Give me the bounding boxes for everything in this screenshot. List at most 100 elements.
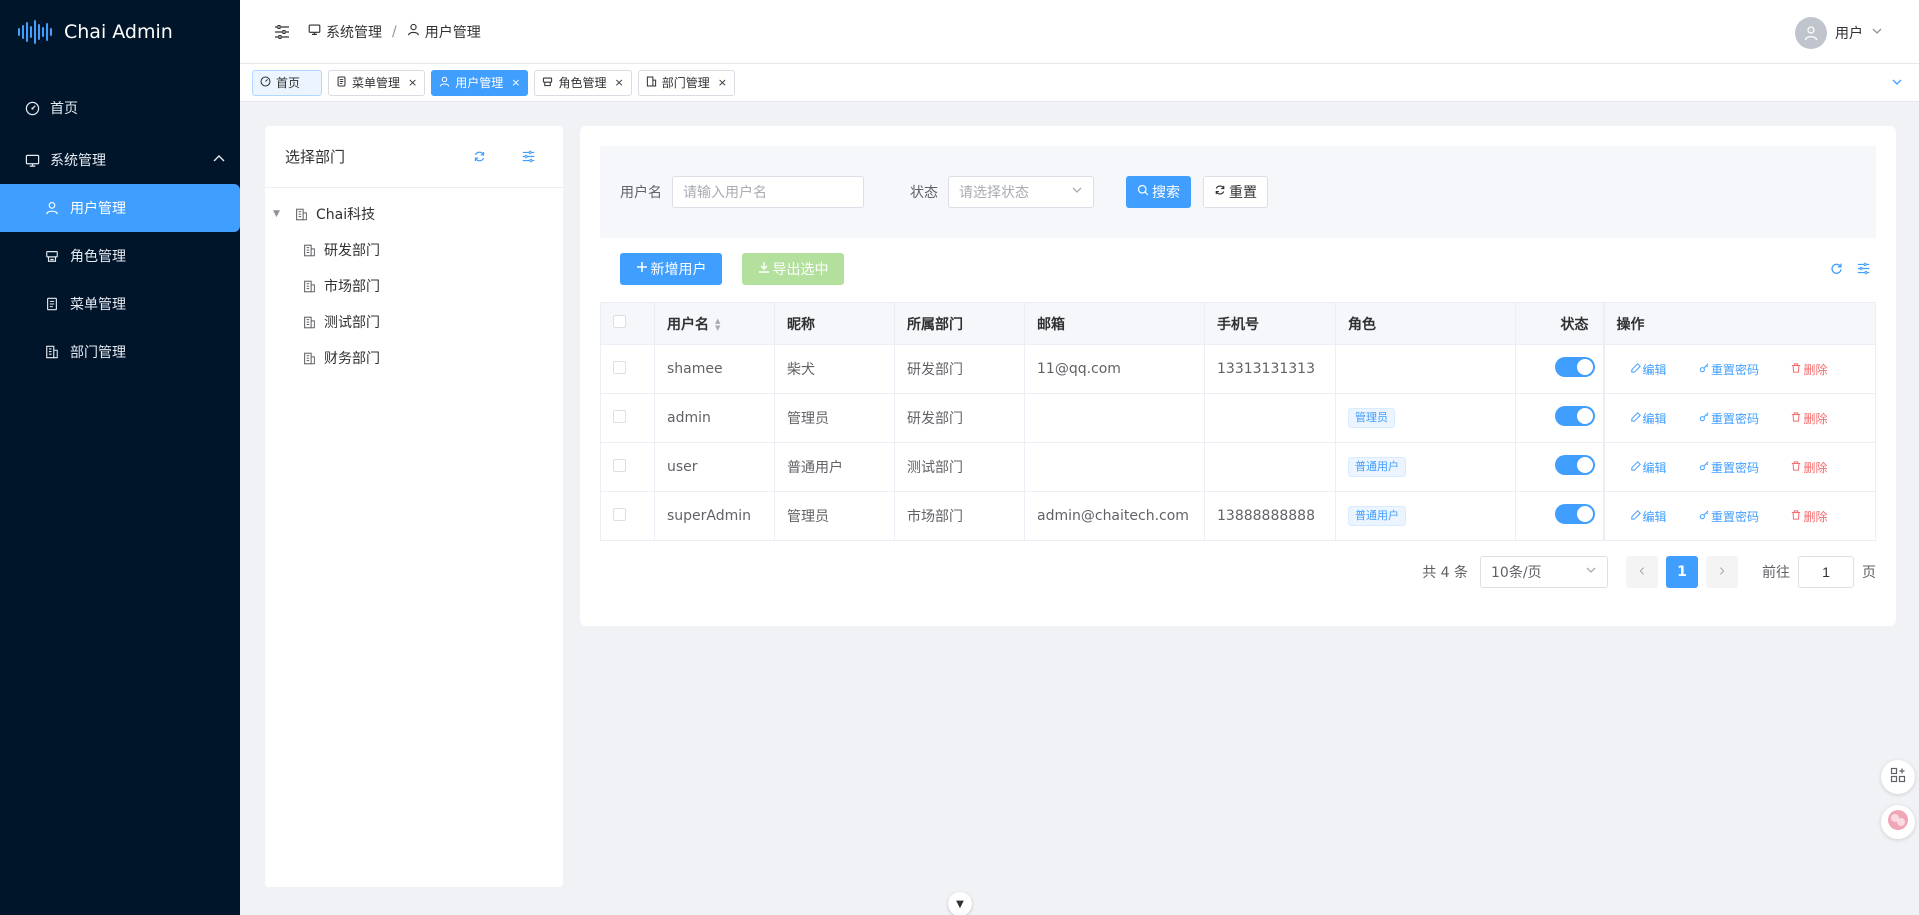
- cell-status: [1515, 393, 1604, 443]
- page-size-select[interactable]: 10条/页: [1480, 556, 1608, 588]
- collapse-sidebar-icon[interactable]: [274, 24, 290, 40]
- plus-icon: [636, 261, 648, 277]
- tab-roles[interactable]: 角色管理 ×: [534, 69, 632, 96]
- reset-password-label: 重置密码: [1710, 362, 1759, 377]
- reset-button[interactable]: 重置: [1203, 176, 1268, 208]
- tree-node-root[interactable]: ▼ Chai科技: [265, 196, 563, 232]
- tab-menus[interactable]: 菜单管理 ×: [328, 69, 426, 96]
- row-checkbox[interactable]: [613, 458, 626, 472]
- column-header: 角色: [1335, 302, 1516, 345]
- sidebar-item-menus[interactable]: 菜单管理: [0, 280, 240, 328]
- reset-password-button[interactable]: 重置密码: [1699, 459, 1759, 476]
- sidebar-item-system[interactable]: 系统管理: [0, 136, 240, 184]
- user-icon: [44, 200, 60, 216]
- sort-icon[interactable]: ▲ ▼: [715, 317, 720, 332]
- cell-actions: 编辑 重置密码 删除: [1602, 442, 1876, 492]
- breadcrumb-item-system[interactable]: 系统管理: [308, 22, 382, 42]
- building-icon: [303, 280, 316, 293]
- edit-button[interactable]: 编辑: [1630, 459, 1667, 476]
- tab-depts[interactable]: 部门管理 ×: [637, 69, 735, 96]
- settings-icon[interactable]: [522, 149, 535, 167]
- float-translate-button[interactable]: [1881, 805, 1915, 839]
- row-select-cell: [600, 491, 655, 541]
- tab-users[interactable]: 用户管理 ×: [431, 69, 529, 96]
- username-input[interactable]: [672, 176, 864, 208]
- float-tools-button[interactable]: [1881, 760, 1915, 794]
- page-size-value: 10条/页: [1491, 565, 1542, 581]
- delete-button[interactable]: 删除: [1791, 361, 1827, 378]
- tree-node-child[interactable]: 财务部门: [265, 340, 563, 376]
- reset-password-button[interactable]: 重置密码: [1699, 508, 1759, 525]
- cell-email: 11@qq.com: [1024, 344, 1205, 394]
- column-header: 手机号: [1204, 302, 1336, 345]
- tab-label: 用户管理: [455, 76, 504, 90]
- export-selected-button[interactable]: 导出选中: [742, 253, 844, 285]
- close-icon[interactable]: ×: [408, 76, 417, 89]
- tree-node-label: 市场部门: [324, 279, 380, 295]
- cell-phone: [1204, 442, 1336, 492]
- prev-page-button[interactable]: [1626, 556, 1658, 588]
- tree-node-child[interactable]: 测试部门: [265, 304, 563, 340]
- user-dropdown[interactable]: 用户: [1795, 17, 1883, 49]
- goto-page-input[interactable]: [1798, 556, 1854, 588]
- delete-button[interactable]: 删除: [1791, 508, 1827, 525]
- caret-down-icon[interactable]: ▼: [273, 209, 285, 219]
- settings-icon[interactable]: [1857, 262, 1870, 279]
- edit-icon: [1630, 460, 1641, 474]
- status-select[interactable]: 请选择状态: [948, 176, 1094, 208]
- row-select-cell: [600, 344, 655, 394]
- app-logo[interactable]: Chai Admin: [0, 0, 240, 64]
- delete-button[interactable]: 删除: [1791, 459, 1827, 476]
- status-toggle[interactable]: [1554, 406, 1595, 426]
- edit-button[interactable]: 编辑: [1630, 410, 1667, 427]
- cell-role: 普通用户: [1335, 442, 1516, 492]
- search-button[interactable]: 搜索: [1126, 176, 1191, 208]
- row-checkbox[interactable]: [613, 409, 626, 423]
- sidebar-menu: 首页 系统管理 用户管理 角色管理 菜单管理 部门管理: [0, 84, 240, 376]
- sidebar-item-label: 首页: [50, 101, 78, 117]
- edit-button[interactable]: 编辑: [1630, 361, 1667, 378]
- row-select-cell: [600, 442, 655, 492]
- column-header-label: 所属部门: [907, 316, 963, 333]
- tree-node-child[interactable]: 市场部门: [265, 268, 563, 304]
- key-icon: [1699, 362, 1709, 376]
- edit-label: 编辑: [1642, 460, 1667, 475]
- refresh-icon[interactable]: [473, 149, 486, 167]
- close-icon[interactable]: ×: [614, 76, 623, 89]
- status-toggle[interactable]: [1554, 357, 1595, 377]
- delete-button[interactable]: 删除: [1791, 410, 1827, 427]
- edit-button[interactable]: 编辑: [1630, 508, 1667, 525]
- sidebar-item-roles[interactable]: 角色管理: [0, 232, 240, 280]
- triangle-down-icon[interactable]: ▼: [948, 892, 972, 915]
- next-page-button[interactable]: [1706, 556, 1738, 588]
- refresh-icon[interactable]: [1830, 262, 1843, 279]
- select-all-checkbox[interactable]: [613, 315, 626, 328]
- sidebar-item-depts[interactable]: 部门管理: [0, 328, 240, 376]
- delete-label: 删除: [1803, 362, 1828, 377]
- table-toolbar: 新增用户 导出选中: [620, 253, 844, 285]
- sidebar-item-home[interactable]: 首页: [0, 84, 240, 132]
- column-header: 邮箱: [1024, 302, 1205, 345]
- close-icon[interactable]: ×: [511, 76, 520, 89]
- tree-node-child[interactable]: 研发部门: [265, 232, 563, 268]
- sidebar-item-users[interactable]: 用户管理: [0, 184, 240, 232]
- reset-password-button[interactable]: 重置密码: [1699, 361, 1759, 378]
- department-panel: 选择部门 ▼ Chai科技 研发部门 市场部门 测试部门 财务部门: [265, 126, 563, 887]
- reset-password-button[interactable]: 重置密码: [1699, 410, 1759, 427]
- row-checkbox[interactable]: [613, 507, 626, 521]
- cell-username: admin: [654, 393, 775, 443]
- user-name: 用户: [1835, 26, 1863, 42]
- page-number-button[interactable]: 1: [1666, 556, 1698, 588]
- column-header[interactable]: 用户名 ▲ ▼: [654, 302, 775, 345]
- delete-label: 删除: [1803, 411, 1828, 426]
- chevron-down-icon[interactable]: [1891, 76, 1903, 92]
- tab-home[interactable]: 首页: [252, 69, 322, 96]
- dashboard-icon: [24, 100, 40, 116]
- close-icon[interactable]: ×: [718, 76, 727, 89]
- status-toggle[interactable]: [1554, 504, 1595, 524]
- row-checkbox[interactable]: [613, 360, 626, 374]
- add-user-button[interactable]: 新增用户: [620, 253, 722, 285]
- column-header: 状态: [1515, 302, 1604, 345]
- status-toggle[interactable]: [1554, 455, 1595, 475]
- trash-icon: [1791, 460, 1801, 474]
